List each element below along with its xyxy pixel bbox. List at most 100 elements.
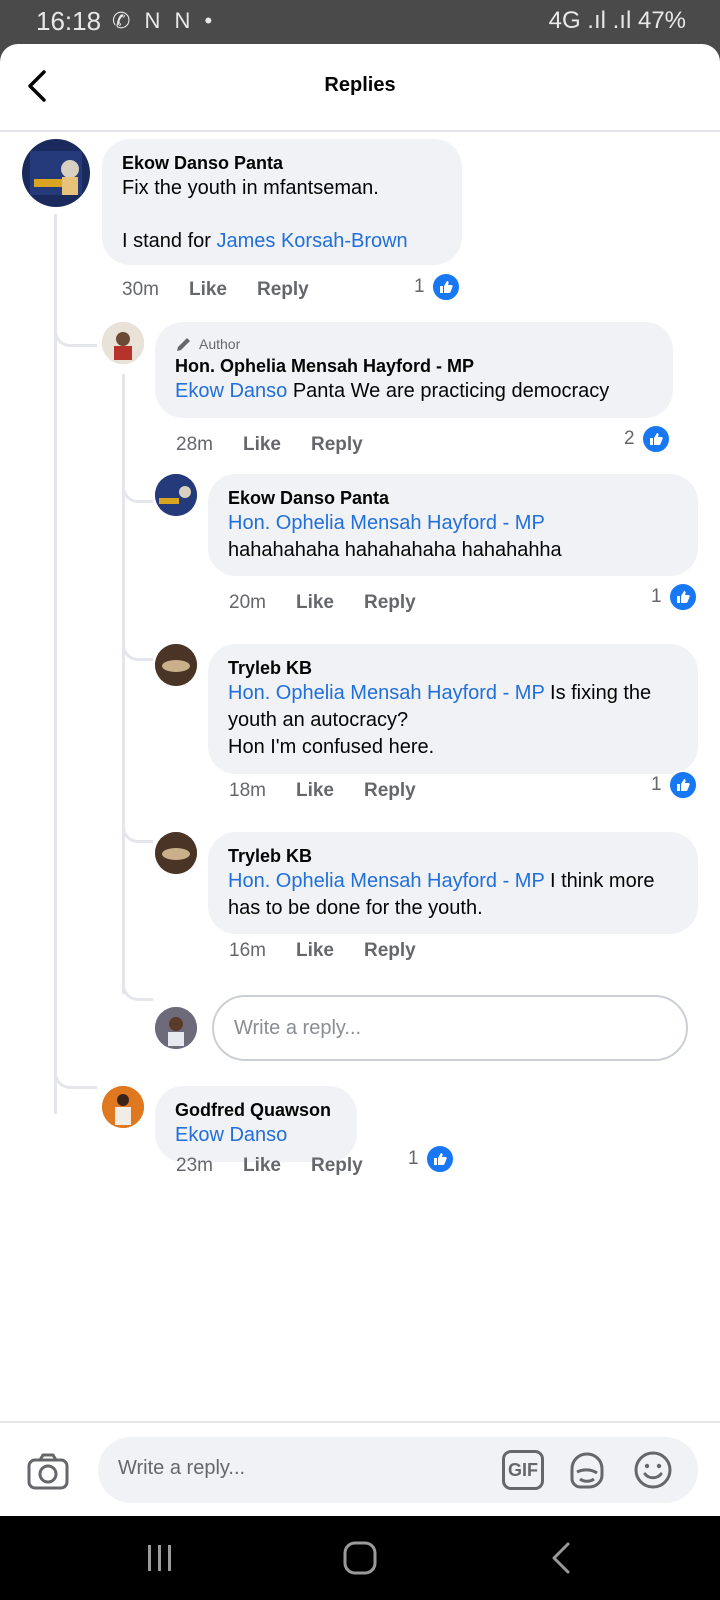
comment-time: 30m [122, 279, 159, 300]
reaction-count[interactable]: 2 [624, 424, 671, 454]
reaction-count[interactable]: 1 [651, 770, 698, 800]
status-bar: 16:18 ✆ N N • 4G .ıl .ıl 47% [0, 0, 720, 48]
like-button[interactable]: Like [189, 279, 227, 300]
commenter-name[interactable]: Tryleb KB [228, 656, 678, 680]
reaction-count[interactable]: 1 [408, 1144, 455, 1174]
comment-actions: 28m Like Reply [176, 434, 393, 456]
reply-button[interactable]: Reply [311, 434, 363, 455]
comment-actions: 16m Like Reply [229, 940, 446, 962]
system-nav-bar [0, 1516, 720, 1600]
mention-link[interactable]: Ekow Danso [175, 380, 287, 402]
thumbs-up-icon [430, 272, 461, 302]
current-user-avatar [155, 1007, 197, 1049]
recent-apps-button[interactable] [140, 1542, 180, 1574]
reply-input[interactable]: Write a reply... [212, 995, 688, 1061]
comment-time: 16m [229, 940, 266, 961]
reaction-number: 1 [408, 1148, 419, 1169]
notification-icons: ✆ N N • [112, 8, 217, 33]
comment-time: 28m [176, 434, 213, 455]
thread-connector [54, 320, 97, 347]
avatar[interactable] [102, 1086, 144, 1128]
like-button[interactable]: Like [296, 592, 334, 613]
sticker-button[interactable] [566, 1449, 608, 1491]
page-title: Replies [324, 74, 396, 96]
mention-link[interactable]: James Korsah-Brown [217, 230, 408, 252]
reply-button[interactable]: Reply [257, 279, 309, 300]
thumbs-up-icon [640, 424, 671, 454]
avatar[interactable] [22, 139, 90, 207]
reply-button[interactable]: Reply [364, 592, 416, 613]
commenter-name[interactable]: Hon. Ophelia Mensah Hayford - MP [175, 354, 653, 378]
comment-text: Hon. Ophelia Mensah Hayford - MP Is fixi… [228, 680, 678, 734]
thread-connector [122, 634, 153, 661]
replies-sheet: Replies Ekow Danso Panta Fix the youth i… [0, 44, 720, 1516]
comment-text: Panta We are practicing democracy [287, 380, 610, 402]
reaction-number: 1 [651, 774, 662, 795]
home-icon [343, 1541, 377, 1575]
thread-connector [122, 476, 153, 503]
comment-actions: 20m Like Reply [229, 592, 446, 614]
camera-button[interactable] [26, 1449, 70, 1493]
reaction-count[interactable]: 1 [651, 582, 698, 612]
like-button[interactable]: Like [243, 1155, 281, 1176]
comment-text: Hon. Ophelia Mensah Hayford - MP I think… [228, 868, 678, 922]
like-button[interactable]: Like [296, 940, 334, 961]
sticker-icon [570, 1452, 604, 1489]
comment-bubble: Ekow Danso Panta Hon. Ophelia Mensah Hay… [208, 474, 698, 576]
like-button[interactable]: Like [243, 434, 281, 455]
avatar[interactable] [155, 644, 197, 686]
comment-text: I stand for James Korsah-Brown [122, 228, 442, 255]
comment-input[interactable]: Write a reply... GIF [98, 1437, 698, 1503]
like-button[interactable]: Like [296, 780, 334, 801]
camera-icon [27, 1453, 69, 1490]
author-badge: Author [175, 334, 653, 354]
thumbs-up-icon [667, 770, 698, 800]
comment-text: Hon I'm confused here. [228, 736, 435, 758]
commenter-name[interactable]: Ekow Danso Panta [228, 486, 678, 510]
reaction-number: 1 [414, 276, 425, 297]
mention-link[interactable]: Hon. Ophelia Mensah Hayford - MP [228, 510, 678, 537]
header: Replies [0, 44, 720, 132]
commenter-name[interactable]: Ekow Danso Panta [122, 151, 442, 175]
reaction-number: 1 [651, 586, 662, 607]
comment-actions: 30m Like Reply [122, 279, 339, 301]
comment-text: I stand for [122, 230, 217, 252]
comment-text: Ekow Danso Panta We are practicing democ… [175, 378, 653, 405]
comment-bubble: Godfred Quawson Ekow Danso [155, 1086, 357, 1162]
thread-line [122, 374, 125, 994]
pencil-icon [177, 338, 190, 351]
thread-connector [54, 1062, 97, 1089]
comment-bubble: Tryleb KB Hon. Ophelia Mensah Hayford - … [208, 644, 698, 774]
avatar[interactable] [155, 832, 197, 874]
reaction-number: 2 [624, 428, 635, 449]
signal-battery-indicator: 4G .ıl .ıl 47% [548, 7, 686, 34]
reply-button[interactable]: Reply [364, 780, 416, 801]
reply-button[interactable]: Reply [364, 940, 416, 961]
gif-button[interactable]: GIF [502, 1450, 544, 1490]
emoji-button[interactable] [632, 1449, 674, 1491]
comment-time: 23m [176, 1155, 213, 1176]
commenter-name[interactable]: Tryleb KB [228, 844, 678, 868]
comment-actions: 23m Like Reply [176, 1155, 393, 1177]
comment-text: hahahahaha hahahahaha hahahahha [228, 539, 562, 561]
mention-link[interactable]: Hon. Ophelia Mensah Hayford - MP [228, 682, 544, 704]
status-time: 16:18 [36, 6, 102, 36]
thread-connector [122, 974, 153, 1001]
mention-link[interactable]: Ekow Danso [175, 1122, 337, 1149]
thread-connector [122, 816, 153, 843]
comment-time: 20m [229, 592, 266, 613]
commenter-name[interactable]: Godfred Quawson [175, 1098, 337, 1122]
mention-link[interactable]: Hon. Ophelia Mensah Hayford - MP [228, 870, 544, 892]
home-button[interactable] [342, 1540, 378, 1576]
avatar[interactable] [155, 474, 197, 516]
composer-bar: Write a reply... GIF [0, 1421, 720, 1516]
comment-bubble: Tryleb KB Hon. Ophelia Mensah Hayford - … [208, 832, 698, 934]
reply-button[interactable]: Reply [311, 1155, 363, 1176]
author-label: Author [199, 336, 241, 352]
smiley-icon [634, 1451, 672, 1489]
reaction-count[interactable]: 1 [414, 272, 461, 302]
avatar[interactable] [102, 322, 144, 364]
nav-back-button[interactable] [546, 1540, 576, 1576]
thumbs-up-icon [424, 1144, 455, 1174]
comment-time: 18m [229, 780, 266, 801]
